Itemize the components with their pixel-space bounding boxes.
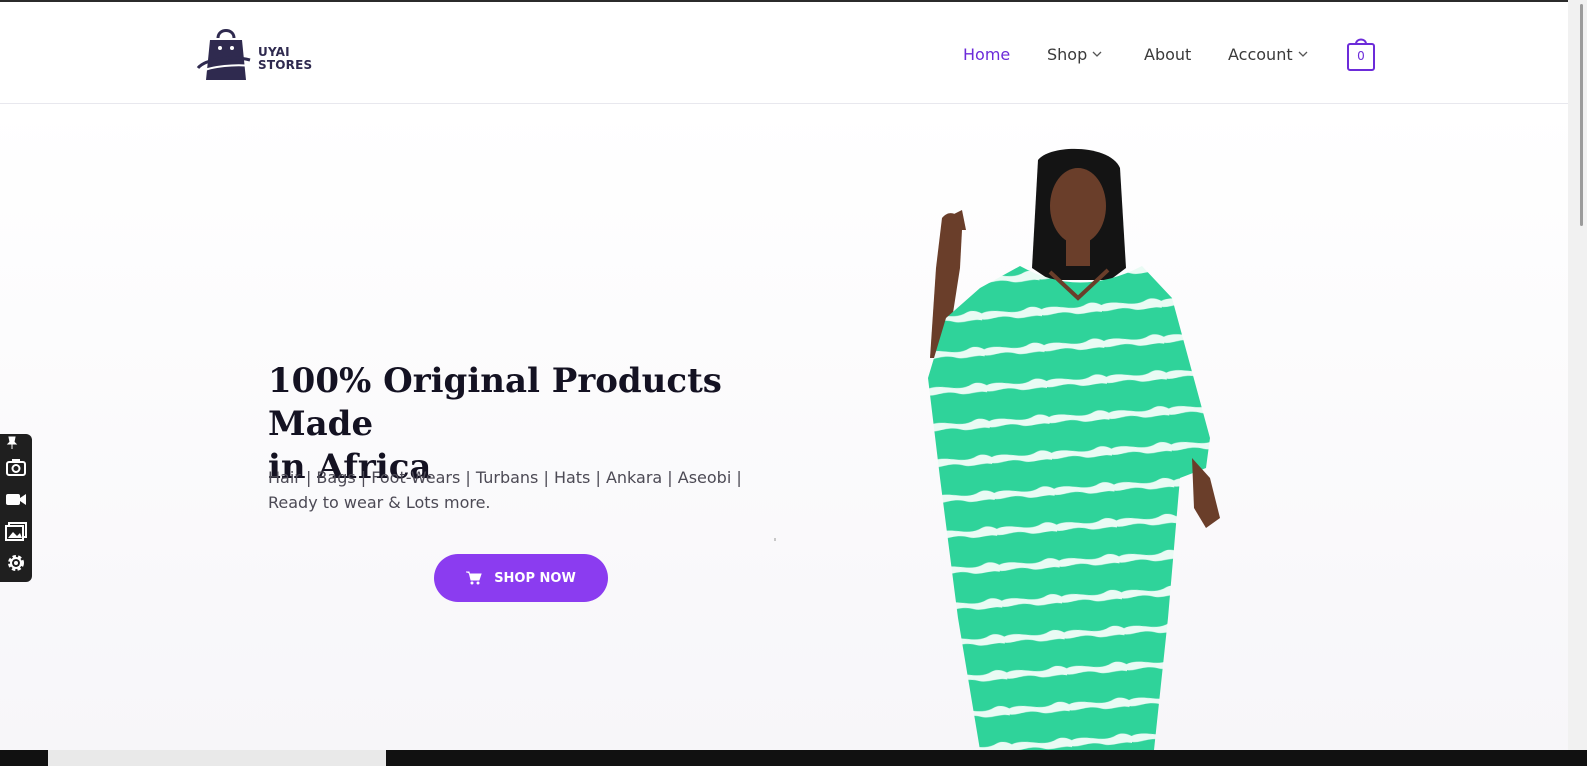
floating-capture-toolbar (0, 434, 32, 582)
nav-shop[interactable]: Shop (1047, 42, 1102, 66)
taskbar-tab[interactable] (48, 750, 386, 766)
gallery-icon[interactable] (5, 520, 27, 542)
shop-now-label: SHOP NOW (494, 570, 576, 586)
subtext-line-2: Ready to wear & Lots more. (268, 493, 491, 512)
gear-icon[interactable] (5, 552, 27, 574)
site-header: UYAI STORES Home Shop About Account 0 (0, 2, 1568, 104)
brand-line-2: STORES (258, 58, 313, 72)
cart-button[interactable]: 0 (1346, 36, 1376, 72)
nav-account-label: Account (1228, 44, 1293, 64)
chevron-down-icon (1298, 51, 1308, 57)
nav-about-label: About (1144, 44, 1192, 64)
chevron-down-icon (1092, 51, 1102, 57)
decorative-dot (774, 538, 776, 541)
camera-icon[interactable] (5, 456, 27, 478)
scrollbar-thumb[interactable] (1580, 4, 1583, 226)
shop-now-button[interactable]: SHOP NOW (434, 554, 608, 602)
video-icon[interactable] (5, 488, 27, 510)
hero-subtext: Hair | Bags | Foot-Wears | Turbans | Hat… (268, 465, 748, 515)
hero-model-image (928, 148, 1220, 750)
pin-icon[interactable] (5, 436, 19, 450)
nav-about[interactable]: About (1144, 42, 1191, 66)
subtext-line-1: Hair | Bags | Foot-Wears | Turbans | Hat… (268, 468, 742, 487)
cart-count: 0 (1357, 49, 1365, 63)
brand-name: UYAI STORES (258, 46, 312, 72)
nav-home[interactable]: Home (963, 42, 1010, 66)
site-logo[interactable]: UYAI STORES (196, 22, 316, 86)
cart-icon (466, 571, 482, 585)
headline-line-1: 100% Original Products Made (268, 361, 722, 444)
nav-account[interactable]: Account (1228, 42, 1308, 66)
nav-shop-label: Shop (1047, 44, 1088, 64)
nav-home-label: Home (963, 44, 1011, 64)
shopping-bag-logo-icon (196, 29, 253, 80)
page-scrollbar[interactable] (1568, 0, 1587, 750)
